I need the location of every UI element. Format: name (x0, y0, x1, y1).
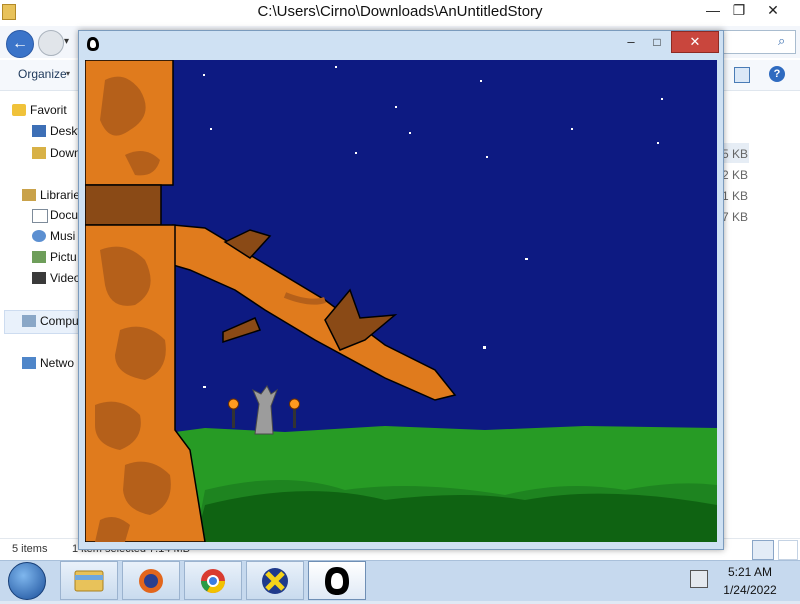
game-close-button[interactable]: ✕ (671, 31, 719, 53)
sidebar-item-label: Deskt (50, 124, 81, 138)
item-count: 5 items (12, 543, 48, 555)
sidebar-item-label: Down (50, 146, 81, 160)
taskbar (0, 560, 800, 601)
sidebar-item-documents[interactable]: Docu (32, 208, 79, 223)
start-icon[interactable] (8, 562, 46, 600)
explorer-title: C:\Users\Cirno\Downloads\AnUntitledStory (257, 3, 543, 20)
back-button[interactable]: ← (6, 30, 34, 58)
videos-icon (32, 272, 46, 284)
large-icons-view-button[interactable] (778, 540, 798, 560)
sidebar-item-computer[interactable]: Compu (22, 314, 79, 328)
sidebar-item-favorites[interactable]: Favorit (12, 103, 67, 117)
file-size: 7 KB (722, 210, 749, 224)
sidebar-item-label: Compu (40, 314, 79, 328)
chevron-down-icon[interactable]: ▾ (66, 69, 70, 78)
pictures-icon (32, 251, 46, 263)
file-size: 2 KB (722, 168, 749, 182)
taskbar-game-button[interactable] (308, 561, 366, 600)
taskbar-x-app-button[interactable] (246, 561, 304, 600)
grass-hill (175, 426, 717, 542)
explorer-maximize-button[interactable]: ❐ (722, 0, 756, 22)
sidebar-item-downloads[interactable]: Down (32, 146, 81, 160)
clock-time[interactable]: 5:21 AM (710, 565, 790, 579)
preview-pane-icon[interactable] (734, 67, 750, 83)
network-icon (22, 357, 36, 369)
sidebar-item-music[interactable]: Musi (32, 229, 76, 243)
sidebar-item-network[interactable]: Netwo (22, 356, 75, 370)
computer-icon (22, 315, 36, 327)
libraries-icon (22, 189, 36, 201)
details-view-button[interactable] (752, 540, 774, 560)
recent-locations-dropdown[interactable]: ▾ (64, 36, 69, 47)
game-maximize-button[interactable]: □ (645, 33, 669, 53)
sidebar-item-pictures[interactable]: Pictu (32, 250, 77, 264)
chrome-icon (201, 569, 225, 594)
taskbar-chrome-button[interactable] (184, 561, 242, 600)
help-icon[interactable]: ? (769, 66, 785, 82)
organize-button[interactable]: Organize (18, 67, 67, 81)
star-icon (12, 104, 26, 116)
game-app-icon (87, 37, 99, 51)
file-explorer-icon (74, 570, 104, 592)
sidebar-item-label: Musi (50, 229, 76, 243)
game-canvas[interactable] (85, 60, 717, 542)
sidebar-item-label: Video (50, 271, 81, 285)
sidebar-item-label: Pictu (50, 250, 77, 264)
music-icon (32, 230, 46, 242)
sidebar-item-label: Netwo (40, 356, 75, 370)
sidebar-item-videos[interactable]: Video (32, 271, 81, 285)
search-icon[interactable]: ⌕ (778, 33, 785, 49)
desktop-icon (32, 125, 46, 137)
firefox-icon (139, 569, 163, 593)
explorer-close-button[interactable]: ✕ (756, 0, 790, 22)
taskbar-explorer-button[interactable] (60, 561, 118, 600)
file-size: 5 KB (722, 147, 749, 161)
sidebar-item-label: Favorit (30, 103, 67, 117)
taskbar-firefox-button[interactable] (122, 561, 180, 600)
sidebar-item-label: Librarie (40, 188, 81, 202)
game-window: – □ ✕ (78, 30, 724, 550)
game-icon (325, 567, 349, 595)
documents-icon (32, 209, 48, 223)
downloads-icon (32, 147, 46, 159)
network-tray-icon[interactable] (690, 570, 708, 588)
game-minimize-button[interactable]: – (619, 33, 643, 53)
sidebar-item-libraries[interactable]: Librarie (22, 188, 81, 202)
sidebar-item-desktop[interactable]: Deskt (32, 124, 81, 138)
sidebar-item-label: Docu (50, 208, 79, 222)
file-size: 1 KB (722, 189, 749, 203)
forward-button[interactable] (38, 30, 64, 56)
clock-date[interactable]: 1/24/2022 (710, 583, 790, 597)
xenia-icon (262, 568, 288, 594)
